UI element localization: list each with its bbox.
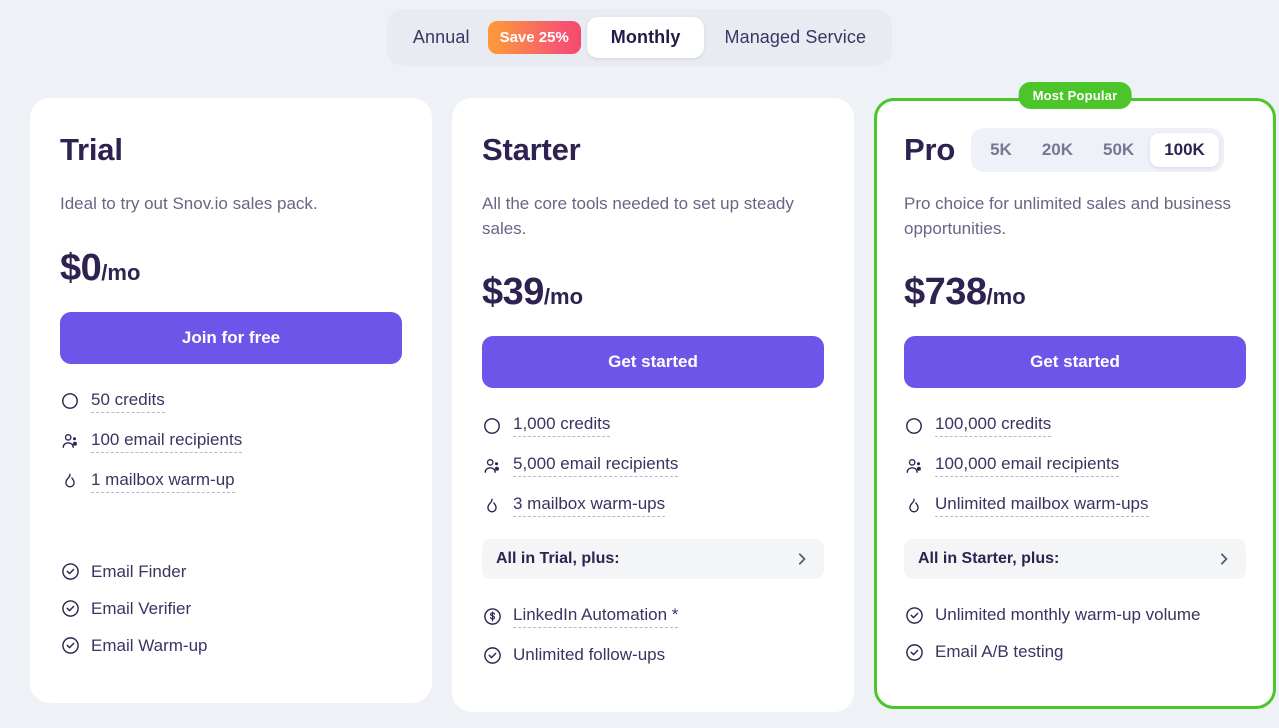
plus-row-label: All in Trial, plus:	[496, 550, 620, 568]
toggle-option-monthly[interactable]: Monthly	[586, 17, 705, 58]
feature-item: Email A/B testing	[904, 642, 1246, 662]
cta-button-pro[interactable]: Get started	[904, 336, 1246, 389]
price-period: /mo	[986, 284, 1026, 310]
feature-item: Unlimited monthly warm-up volume	[904, 605, 1246, 625]
recipients-icon	[60, 431, 80, 451]
feature-label: Email A/B testing	[935, 642, 1064, 662]
feature-label: 1,000 credits	[513, 414, 611, 438]
plan-name: Starter	[482, 132, 581, 167]
dollar-circle-icon	[482, 607, 502, 627]
plan-description: Ideal to try out Snov.io sales pack.	[60, 194, 318, 213]
feature-label: Email Finder	[91, 561, 187, 581]
plan-name: Trial	[60, 132, 123, 167]
feature-item[interactable]: 1 mailbox warm-up	[60, 470, 402, 493]
feature-label: Email Warm-up	[91, 635, 208, 655]
pricing-card-pro: Most Popular Pro 5K 20K 50K 100K Pro cho…	[874, 82, 1276, 710]
feature-label: 50 credits	[91, 390, 165, 413]
credits-icon	[904, 416, 924, 436]
price-period: /mo	[543, 284, 584, 310]
feature-item[interactable]: Unlimited mailbox warm-ups	[904, 494, 1246, 518]
feature-label: 100,000 email recipients	[935, 454, 1120, 478]
feature-item[interactable]: 50 credits	[60, 390, 402, 413]
feature-item[interactable]: 3 mailbox warm-ups	[482, 494, 824, 518]
feature-item: Email Verifier	[60, 599, 402, 619]
credits-icon	[482, 416, 502, 436]
feature-label: 1 mailbox warm-up	[91, 470, 235, 493]
quota-feature-list: 50 credits 100 email recipients 1 mailbo…	[60, 390, 402, 493]
cta-button-trial[interactable]: Join for free	[60, 311, 402, 364]
feature-label: Email Verifier	[91, 598, 192, 618]
credits-icon	[60, 391, 80, 411]
feature-list: Email Finder Email Verifier Email Warm-u…	[60, 562, 402, 656]
price-amount: $738	[904, 271, 987, 314]
pricing-card-grid: Trial Ideal to try out Snov.io sales pac…	[0, 82, 1279, 713]
cta-button-starter[interactable]: Get started	[482, 336, 824, 389]
feature-list: LinkedIn Automation * Unlimited follow-u…	[482, 605, 824, 665]
card-header: Pro 5K 20K 50K 100K	[904, 128, 1246, 172]
feature-label: Unlimited follow-ups	[513, 645, 666, 665]
tier-option-50k[interactable]: 50K	[1089, 133, 1148, 167]
check-circle-icon	[60, 599, 80, 619]
tier-option-20k[interactable]: 20K	[1028, 133, 1087, 167]
check-circle-icon	[60, 636, 80, 656]
chevron-right-icon	[1216, 551, 1232, 567]
plan-price: $39/mo	[482, 271, 824, 314]
feature-label: Unlimited mailbox warm-ups	[935, 494, 1149, 518]
feature-label: 100,000 credits	[935, 414, 1052, 438]
check-circle-icon	[482, 645, 502, 665]
feature-list: Unlimited monthly warm-up volume Email A…	[904, 605, 1246, 662]
feature-item[interactable]: 5,000 email recipients	[482, 454, 824, 478]
save-badge[interactable]: Save 25%	[487, 21, 581, 54]
feature-divider-gap	[60, 510, 402, 536]
card-header: Starter	[482, 128, 824, 172]
billing-toggle-wrap: Annual Save 25% Monthly Managed Service	[0, 0, 1279, 66]
feature-item[interactable]: 100,000 credits	[904, 414, 1246, 438]
price-amount: $0	[60, 246, 102, 289]
feature-item: Email Warm-up	[60, 636, 402, 656]
quota-feature-list: 1,000 credits 5,000 email recipients 3 m…	[482, 414, 824, 518]
credit-tier-selector: 5K 20K 50K 100K	[971, 128, 1224, 172]
tier-option-100k[interactable]: 100K	[1150, 133, 1219, 167]
pricing-card-starter: Starter All the core tools needed to set…	[452, 98, 854, 713]
check-circle-icon	[904, 605, 924, 625]
flame-icon	[482, 496, 502, 516]
feature-label: 3 mailbox warm-ups	[513, 494, 666, 518]
price-period: /mo	[101, 259, 141, 285]
plan-description: Pro choice for unlimited sales and busin…	[904, 194, 1231, 238]
plan-price: $738/mo	[904, 271, 1246, 314]
feature-label: 5,000 email recipients	[513, 454, 679, 478]
quota-feature-list: 100,000 credits 100,000 email recipients…	[904, 414, 1246, 518]
feature-item[interactable]: 1,000 credits	[482, 414, 824, 438]
plan-name: Pro	[904, 132, 956, 167]
all-in-previous-plan-row[interactable]: All in Starter, plus:	[904, 539, 1246, 580]
toggle-option-annual[interactable]: Annual	[397, 17, 486, 58]
check-circle-icon	[904, 642, 924, 662]
chevron-right-icon	[794, 551, 810, 567]
recipients-icon	[482, 456, 502, 476]
feature-label: Unlimited monthly warm-up volume	[935, 605, 1201, 625]
most-popular-badge: Most Popular	[1018, 82, 1132, 109]
check-circle-icon	[60, 562, 80, 582]
card-header: Trial	[60, 128, 402, 172]
tier-option-5k[interactable]: 5K	[976, 133, 1026, 167]
feature-item[interactable]: 100,000 email recipients	[904, 454, 1246, 478]
plan-description: All the core tools needed to set up stea…	[482, 194, 794, 238]
flame-icon	[904, 496, 924, 516]
feature-item[interactable]: 100 email recipients	[60, 430, 402, 453]
plus-row-label: All in Starter, plus:	[918, 550, 1060, 568]
feature-label: LinkedIn Automation *	[513, 605, 679, 629]
toggle-option-managed-service[interactable]: Managed Service	[708, 17, 882, 58]
pricing-card-trial: Trial Ideal to try out Snov.io sales pac…	[30, 98, 432, 703]
recipients-icon	[904, 456, 924, 476]
billing-toggle: Annual Save 25% Monthly Managed Service	[386, 9, 893, 66]
feature-item[interactable]: LinkedIn Automation *	[482, 605, 824, 629]
flame-icon	[60, 471, 80, 491]
price-amount: $39	[482, 271, 544, 314]
all-in-previous-plan-row[interactable]: All in Trial, plus:	[482, 539, 824, 580]
feature-item: Unlimited follow-ups	[482, 645, 824, 665]
feature-label: 100 email recipients	[91, 430, 243, 453]
plan-price: $0/mo	[60, 247, 402, 290]
feature-item: Email Finder	[60, 562, 402, 582]
